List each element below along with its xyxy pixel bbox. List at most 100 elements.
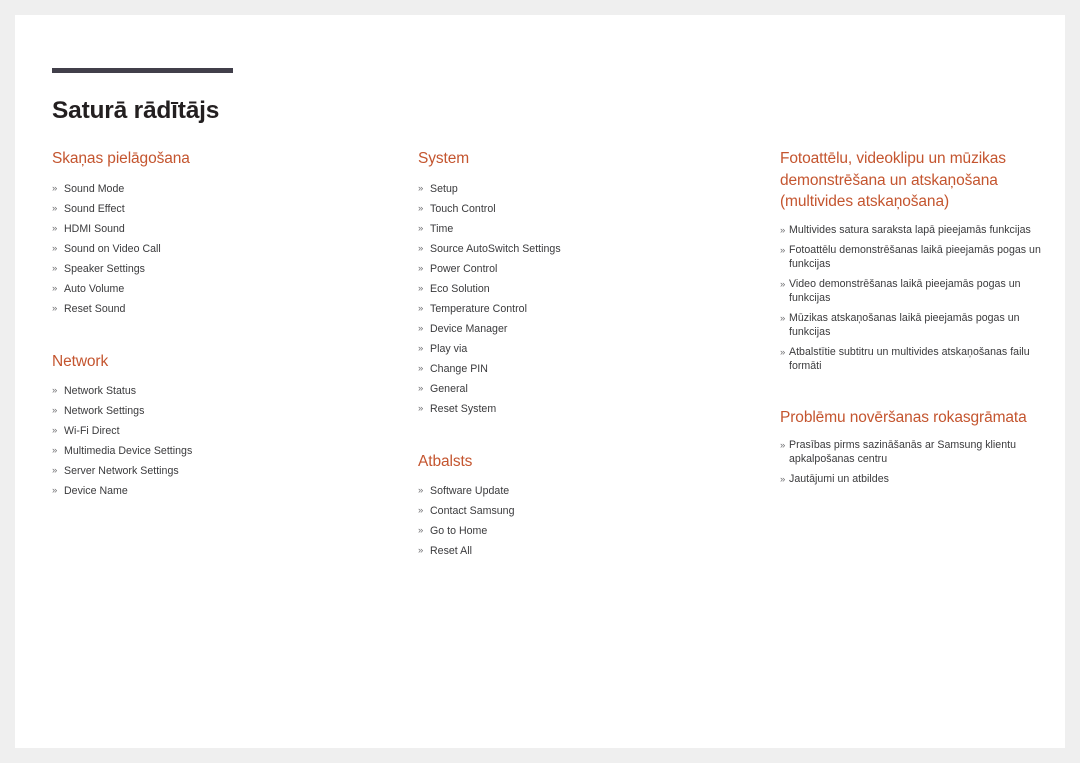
list-item[interactable]: » Wi-Fi Direct xyxy=(52,421,392,441)
bullet-marker-icon: » xyxy=(418,545,424,556)
list-item[interactable]: » Contact Samsung xyxy=(418,501,758,521)
list-item[interactable]: » Server Network Settings xyxy=(52,461,392,481)
toc-list: » Network Status » Network Settings » Wi-Fi… xyxy=(52,381,392,501)
bullet-marker-icon: » xyxy=(780,346,786,358)
toc-list: » Prasības pirms sazināšanās ar Samsung k… xyxy=(780,439,1045,487)
list-item[interactable]: » Network Settings xyxy=(52,401,392,421)
bullet-marker-icon: » xyxy=(418,402,424,414)
list-item[interactable]: » Multimedia Device Settings xyxy=(52,441,392,461)
list-item[interactable]: » Reset All xyxy=(418,541,758,561)
list-item[interactable]: » Atbalstītie subtitru un multivides atsk… xyxy=(780,346,1045,373)
list-item[interactable]: » Sound on Video Call xyxy=(52,239,392,259)
list-item-label: Server Network Settings xyxy=(64,465,179,477)
bullet-marker-icon: » xyxy=(780,474,786,486)
list-item[interactable]: » Reset Sound xyxy=(52,299,392,319)
list-item-label: Source AutoSwitch Settings xyxy=(430,242,561,255)
toc-section-problemu-noversanas: Problēmu novēršanas rokasgrāmata » Prasīb… xyxy=(780,407,1045,487)
list-item-label: Atbalstītie subtitru un multivides atska… xyxy=(789,345,1030,372)
section-heading: Network xyxy=(52,352,109,370)
list-item-label: Sound Mode xyxy=(64,182,125,195)
bullet-marker-icon: » xyxy=(780,224,786,236)
list-item[interactable]: » Device Name xyxy=(52,481,392,501)
bullet-marker-icon: » xyxy=(52,485,58,496)
list-item[interactable]: » Reset System xyxy=(418,399,758,419)
bullet-marker-icon: » xyxy=(418,342,424,354)
bullet-marker-icon: » xyxy=(418,262,424,274)
list-item-label: Sound on Video Call xyxy=(64,242,161,255)
list-item-label: Network Status xyxy=(64,385,137,397)
list-item-label: Wi-Fi Direct xyxy=(64,425,120,437)
list-item[interactable]: » Network Status xyxy=(52,381,392,401)
bullet-marker-icon: » xyxy=(52,282,58,294)
list-item-label: Change PIN xyxy=(430,362,488,375)
list-item[interactable]: » Eco Solution xyxy=(418,279,758,299)
list-item[interactable]: » Play via xyxy=(418,339,758,359)
list-item-label: Prasības pirms sazināšanās ar Samsung kl… xyxy=(789,439,1017,465)
toc-column-middle: System » Setup » Touch Control » Time » Sour… xyxy=(418,148,758,561)
bullet-marker-icon: » xyxy=(780,244,786,256)
list-item[interactable]: » Power Control xyxy=(418,259,758,279)
list-item-label: Play via xyxy=(430,342,468,355)
list-item[interactable]: » General xyxy=(418,379,758,399)
bullet-marker-icon: » xyxy=(418,302,424,314)
bullet-marker-icon: » xyxy=(52,425,58,436)
title-rule xyxy=(52,68,233,73)
bullet-marker-icon: » xyxy=(418,505,424,516)
bullet-marker-icon: » xyxy=(52,445,58,456)
bullet-marker-icon: » xyxy=(418,485,424,496)
bullet-marker-icon: » xyxy=(52,262,58,274)
bullet-marker-icon: » xyxy=(52,182,58,194)
list-item[interactable]: » Prasības pirms sazināšanās ar Samsung k… xyxy=(780,439,1045,466)
list-item-label: Go to Home xyxy=(430,525,488,537)
list-item[interactable]: » Sound Mode xyxy=(52,179,392,199)
list-item-label: HDMI Sound xyxy=(64,222,125,235)
list-item-label: Reset Sound xyxy=(64,302,126,315)
list-item[interactable]: » Device Manager xyxy=(418,319,758,339)
list-item-label: Speaker Settings xyxy=(64,262,145,275)
toc-list: » Sound Mode » Sound Effect » HDMI Sound » S… xyxy=(52,179,392,319)
list-item[interactable]: » Sound Effect xyxy=(52,199,392,219)
page-title: Saturā rādītājs xyxy=(52,97,220,125)
list-item-label: Multimedia Device Settings xyxy=(64,445,193,457)
list-item-label: Jautājumi un atbildes xyxy=(789,473,889,486)
list-item-label: Time xyxy=(430,222,454,235)
list-item[interactable]: » Mūzikas atskaņošanas laikā pieejamās po… xyxy=(780,312,1045,339)
section-heading: Atbalsts xyxy=(418,452,473,470)
list-item[interactable]: » Jautājumi un atbildes xyxy=(780,473,1045,487)
list-item-label: General xyxy=(430,382,468,395)
list-item[interactable]: » Setup xyxy=(418,179,758,199)
list-item[interactable]: » Fotoattēlu demonstrēšanas laikā pieejam… xyxy=(780,244,1045,271)
list-item[interactable]: » Touch Control xyxy=(418,199,758,219)
list-item[interactable]: » Speaker Settings xyxy=(52,259,392,279)
list-item-label: Setup xyxy=(430,182,458,195)
list-item[interactable]: » Go to Home xyxy=(418,521,758,541)
bullet-marker-icon: » xyxy=(780,312,786,324)
bullet-marker-icon: » xyxy=(418,382,424,394)
toc-list: » Software Update » Contact Samsung » Go to… xyxy=(418,481,758,561)
list-item[interactable]: » Multivides satura saraksta lapā pieejam… xyxy=(780,224,1045,238)
list-item-label: Temperature Control xyxy=(430,302,527,315)
list-item[interactable]: » Software Update xyxy=(418,481,758,501)
list-item[interactable]: » Video demonstrēšanas laikā pieejamās po… xyxy=(780,278,1045,305)
list-item-label: Reset System xyxy=(430,402,497,415)
list-item-label: Reset All xyxy=(430,545,472,557)
bullet-marker-icon: » xyxy=(52,465,58,476)
list-item[interactable]: » Temperature Control xyxy=(418,299,758,319)
list-item[interactable]: » HDMI Sound xyxy=(52,219,392,239)
section-heading: System xyxy=(418,150,470,167)
list-item[interactable]: » Auto Volume xyxy=(52,279,392,299)
list-item-label: Power Control xyxy=(430,262,498,275)
list-item-label: Software Update xyxy=(430,485,510,497)
section-heading: Problēmu novēršanas rokasgrāmata xyxy=(780,408,1027,426)
toc-list: » Setup » Touch Control » Time » Source Auto… xyxy=(418,179,758,419)
list-item-label: Auto Volume xyxy=(64,282,125,295)
bullet-marker-icon: » xyxy=(418,322,424,334)
list-item[interactable]: » Time xyxy=(418,219,758,239)
list-item[interactable]: » Source AutoSwitch Settings xyxy=(418,239,758,259)
list-item-label: Mūzikas atskaņošanas laikā pieejamās pog… xyxy=(789,311,1020,338)
bullet-marker-icon: » xyxy=(52,405,58,416)
bullet-marker-icon: » xyxy=(52,242,58,254)
list-item[interactable]: » Change PIN xyxy=(418,359,758,379)
